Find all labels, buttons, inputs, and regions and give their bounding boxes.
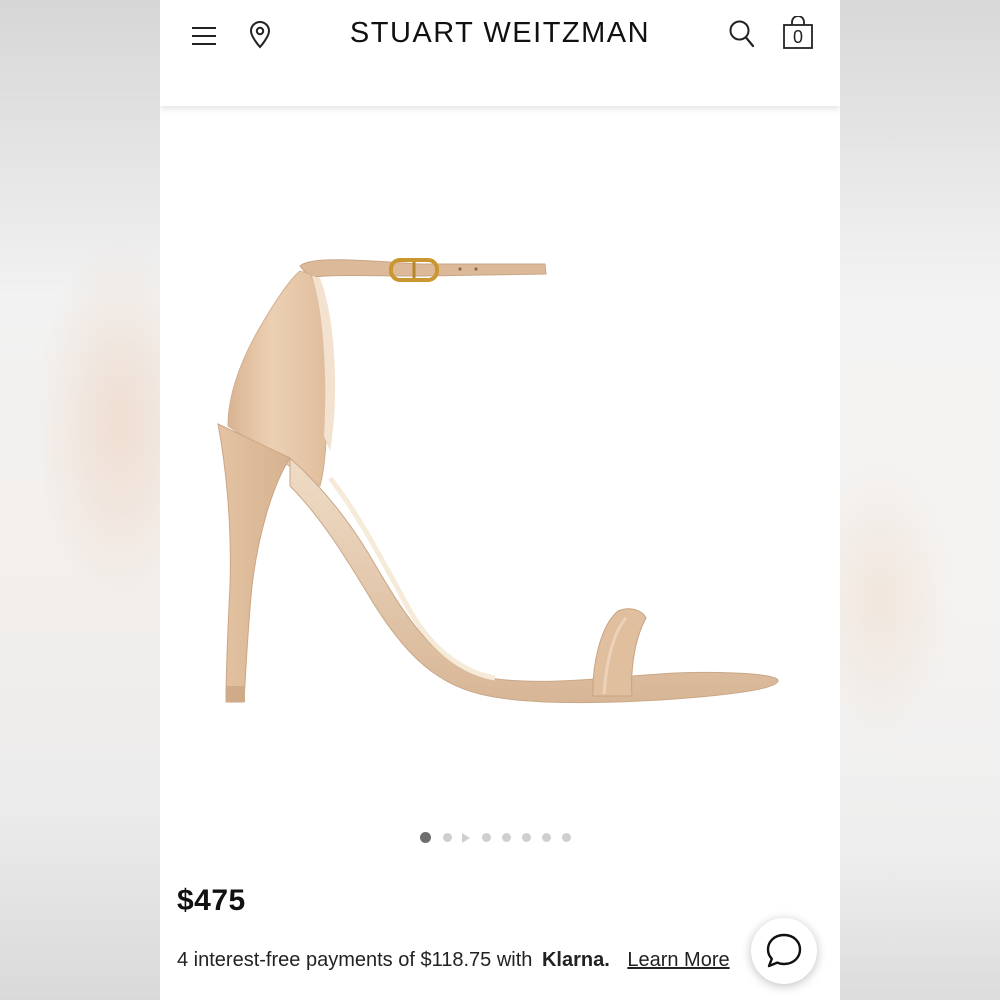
background-blur-right (840, 0, 1000, 1000)
brand-logo-text[interactable]: STUART WEITZMAN (350, 17, 650, 49)
gallery-dot[interactable] (443, 833, 452, 842)
bag-count: 0 (792, 27, 803, 47)
gallery-dot[interactable] (522, 833, 531, 842)
search-icon[interactable] (728, 19, 756, 49)
product-price: $475 (177, 884, 246, 917)
learn-more-link[interactable]: Learn More (627, 949, 729, 971)
gallery-dot[interactable] (562, 833, 571, 842)
background-blur-left (0, 0, 160, 1000)
gallery-dot[interactable] (542, 833, 551, 842)
product-image[interactable] (160, 106, 840, 816)
klarna-text: 4 interest-free payments of $118.75 with (177, 949, 533, 971)
gallery-dot[interactable] (502, 833, 511, 842)
chat-bubble-icon (766, 933, 802, 968)
hamburger-menu-icon[interactable] (192, 24, 218, 48)
klarna-installments: 4 interest-free payments of $118.75 with… (177, 949, 777, 972)
shopping-bag-icon[interactable]: 0 (782, 16, 814, 50)
mobile-page: STUART WEITZMAN 0 $475 4 interest-free p… (160, 0, 840, 1000)
gallery-dot[interactable] (482, 833, 491, 842)
gallery-dot[interactable] (420, 832, 431, 843)
site-header: STUART WEITZMAN 0 (160, 0, 840, 106)
sandal-illustration (217, 258, 779, 703)
map-pin-icon[interactable] (248, 21, 272, 49)
klarna-logo: Klarna. (541, 949, 610, 971)
play-video-icon[interactable] (462, 833, 470, 843)
chat-button[interactable] (751, 918, 817, 984)
